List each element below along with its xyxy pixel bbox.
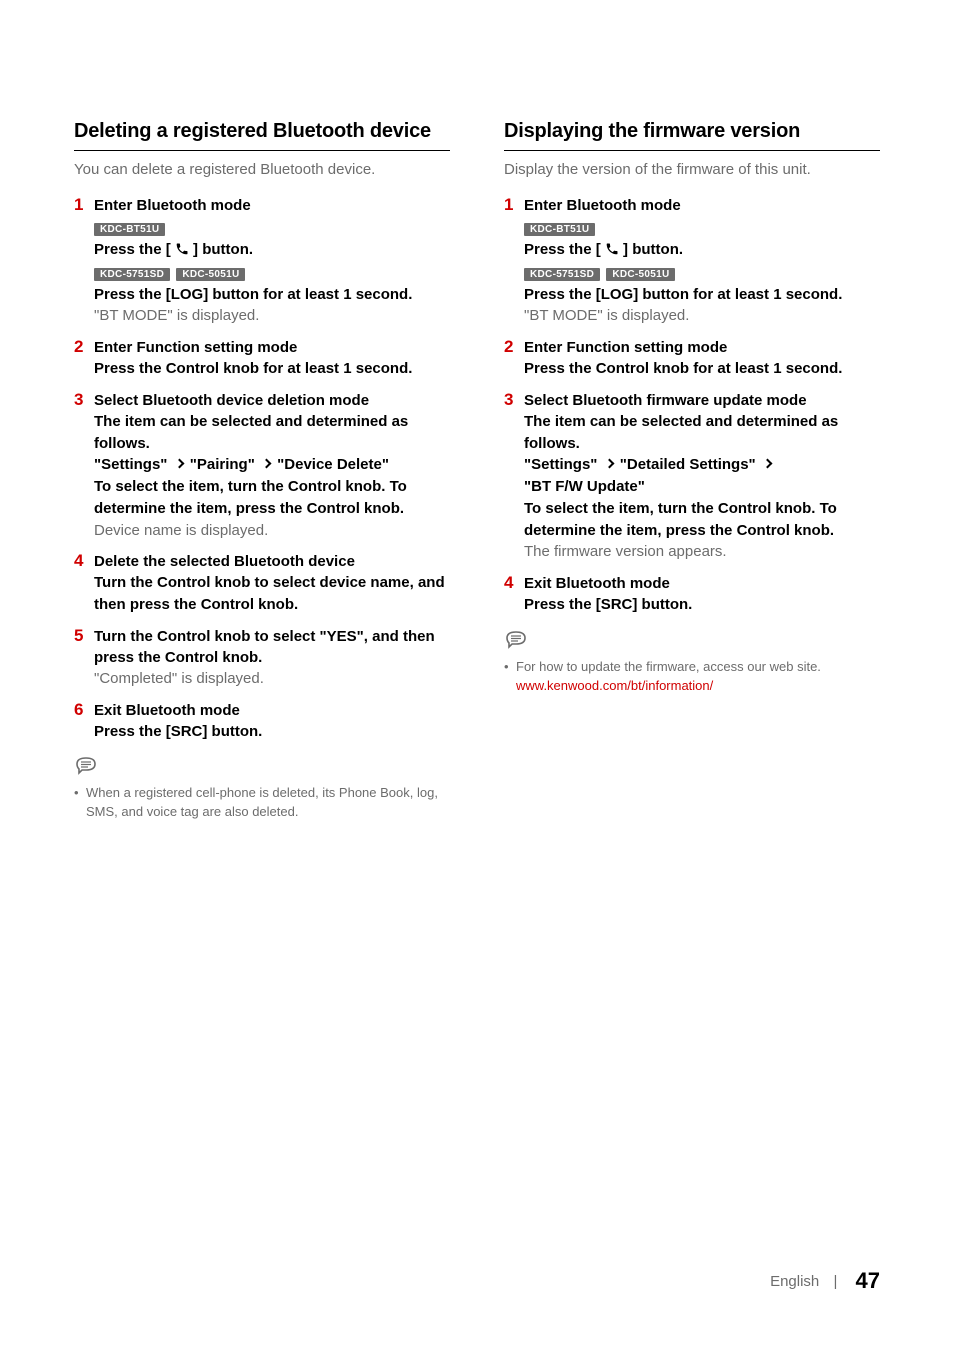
step-title: Delete the selected Bluetooth device [94,551,450,572]
chevron-right-icon [763,459,771,469]
badge: KDC-5051U [176,268,245,281]
model-badges-a: KDC-BT51U [94,219,450,236]
step-1: Enter Bluetooth mode KDC-BT51U Press the… [504,195,880,327]
press-pre: Press the [ [524,241,601,258]
result-line: Device name is displayed. [94,520,450,542]
badge: KDC-BT51U [94,223,165,236]
step-body: The item can be selected and determined … [524,411,880,455]
step-body: Press the Control knob for at least 1 se… [94,358,450,380]
press-phone-line: Press the [ ] button. [94,239,450,261]
step-body2: To select the item, turn the Control kno… [524,498,880,542]
chevron-right-icon [605,459,613,469]
note-icon [504,628,528,652]
result-line: "Completed" is displayed. [94,668,450,690]
note-item: For how to update the firmware, access o… [504,658,880,696]
result-line: "BT MODE" is displayed. [94,305,450,327]
step-title: Enter Function setting mode [524,337,880,358]
note-item: When a registered cell-phone is deleted,… [74,784,450,822]
step-title: Exit Bluetooth mode [94,700,450,721]
model-badges-a: KDC-BT51U [524,219,880,236]
step-title: Enter Bluetooth mode [524,195,880,216]
phone-icon [605,242,619,256]
step-body: Press the Control knob for at least 1 se… [524,358,880,380]
intro-text: You can delete a registered Bluetooth de… [74,159,450,181]
step-body: Turn the Control knob to select device n… [94,572,450,616]
phone-icon [175,242,189,256]
badge: KDC-BT51U [524,223,595,236]
step-6: Exit Bluetooth mode Press the [SRC] butt… [74,700,450,743]
step-title: Select Bluetooth firmware update mode [524,390,880,411]
step-body2: To select the item, turn the Control kno… [94,476,450,520]
step-1: Enter Bluetooth mode KDC-BT51U Press the… [74,195,450,327]
model-badges-b: KDC-5751SD KDC-5051U [524,264,880,281]
step-body: Press the [SRC] button. [94,721,450,743]
path-seg: "BT F/W Update" [524,478,645,495]
press-post: ] button. [623,241,683,258]
result-line: The firmware version appears. [524,541,880,563]
chevron-right-icon [262,459,270,469]
press-post: ] button. [193,241,253,258]
intro-text: Display the version of the firmware of t… [504,159,880,181]
step-title: Exit Bluetooth mode [524,573,880,594]
path-seg: "Device Delete" [277,456,389,473]
note-icon [74,754,98,778]
step-5: Turn the Control knob to select "YES", a… [74,626,450,690]
path-seg: "Settings" [524,456,597,473]
step-body: The item can be selected and determined … [94,411,450,455]
path-seg: "Pairing" [190,456,255,473]
step-title: Enter Function setting mode [94,337,450,358]
step-3: Select Bluetooth firmware update mode Th… [504,390,880,563]
path-seg: "Detailed Settings" [620,456,756,473]
path-line: "Settings" "Pairing" "Device Delete" [94,454,450,476]
chevron-right-icon [175,459,183,469]
press-pre: Press the [ [94,241,171,258]
note-text: For how to update the firmware, access o… [516,659,821,674]
step-4: Delete the selected Bluetooth device Tur… [74,551,450,616]
log-line: Press the [LOG] button for at least 1 se… [94,284,450,306]
page-footer: English | 47 [770,1268,880,1294]
result-line: "BT MODE" is displayed. [524,305,880,327]
footer-language: English [770,1273,819,1290]
step-4: Exit Bluetooth mode Press the [SRC] butt… [504,573,880,616]
path-line: "Settings" "Detailed Settings" "BT F/W U… [524,454,880,498]
page-number: 47 [856,1268,880,1293]
step-body: Press the [SRC] button. [524,594,880,616]
step-2: Enter Function setting mode Press the Co… [504,337,880,380]
badge: KDC-5751SD [524,268,600,281]
step-title: Enter Bluetooth mode [94,195,450,216]
path-seg: "Settings" [94,456,167,473]
footer-separator: | [833,1273,837,1290]
log-line: Press the [LOG] button for at least 1 se… [524,284,880,306]
badge: KDC-5751SD [94,268,170,281]
step-title: Select Bluetooth device deletion mode [94,390,450,411]
firmware-link[interactable]: www.kenwood.com/bt/information/ [516,678,713,693]
model-badges-b: KDC-5751SD KDC-5051U [94,264,450,281]
press-phone-line: Press the [ ] button. [524,239,880,261]
step-3: Select Bluetooth device deletion mode Th… [74,390,450,542]
step-2: Enter Function setting mode Press the Co… [74,337,450,380]
badge: KDC-5051U [606,268,675,281]
step-title: Turn the Control knob to select "YES", a… [94,626,450,668]
section-heading-delete: Deleting a registered Bluetooth device [74,118,450,151]
section-heading-firmware: Displaying the firmware version [504,118,880,151]
